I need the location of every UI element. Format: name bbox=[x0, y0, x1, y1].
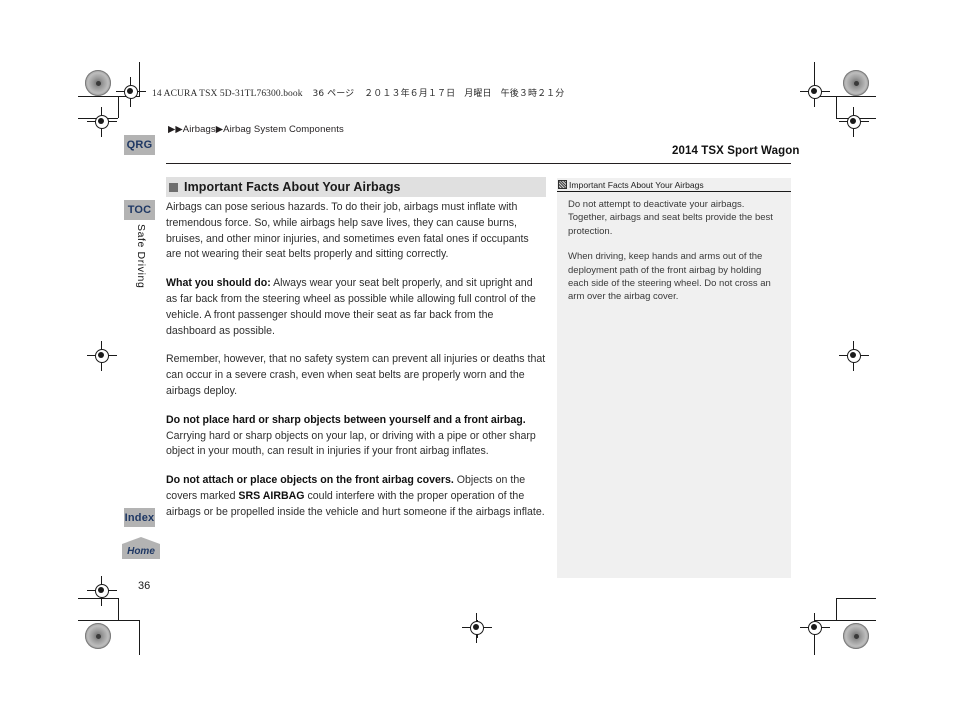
square-bullet-icon bbox=[169, 182, 178, 192]
info-panel-paragraph: When driving, keep hands and arms out of… bbox=[568, 251, 771, 303]
paragraph-lead: Do not attach or place objects on the fr… bbox=[166, 474, 454, 487]
paragraph-text: Carrying hard or sharp objects on your l… bbox=[166, 429, 536, 458]
sidebar-item-qrg-label: QRG bbox=[126, 139, 153, 151]
model-title: 2014 TSX Sport Wagon bbox=[672, 145, 800, 157]
info-panel-header: Important Facts About Your Airbags bbox=[557, 178, 791, 192]
crop-mark-line bbox=[836, 598, 876, 599]
registration-dot bbox=[843, 623, 869, 649]
registration-target bbox=[839, 341, 869, 371]
paragraph: Remember, however, that no safety system… bbox=[166, 352, 546, 399]
registration-dot bbox=[85, 70, 111, 96]
registration-target bbox=[800, 77, 830, 107]
section-vertical-label: Safe Driving bbox=[135, 224, 147, 289]
page-title: Important Facts About Your Airbags bbox=[166, 177, 546, 197]
info-panel-paragraph: Do not attempt to deactivate your airbag… bbox=[568, 199, 773, 237]
paragraph-text: Remember, however, that no safety system… bbox=[166, 353, 546, 397]
info-panel-body: Do not attempt to deactivate your airbag… bbox=[557, 192, 791, 304]
registration-target bbox=[87, 576, 117, 606]
registration-target bbox=[839, 107, 869, 137]
paragraph: Do not attach or place objects on the fr… bbox=[166, 473, 546, 520]
paragraph-lead: Do not place hard or sharp objects betwe… bbox=[166, 413, 526, 426]
print-date: ２０１３年６月１７日 月曜日 午後３時２１分 bbox=[364, 89, 565, 99]
home-button-label: Home bbox=[127, 546, 155, 557]
paragraph: Do not place hard or sharp objects betwe… bbox=[166, 413, 546, 460]
registration-dot bbox=[85, 623, 111, 649]
header-divider bbox=[166, 163, 791, 164]
info-panel: Important Facts About Your Airbags Do no… bbox=[557, 178, 791, 578]
breadcrumb[interactable]: ▶▶Airbags▶Airbag System Components bbox=[168, 124, 344, 135]
print-file-info: 14 ACURA TSX 5D-31TL76300.book 36 ページ ２０… bbox=[152, 86, 564, 99]
registration-target bbox=[462, 613, 492, 643]
crop-mark-line bbox=[118, 598, 119, 620]
book-reference-icon bbox=[558, 180, 567, 189]
crop-mark-line bbox=[836, 598, 837, 620]
info-panel-title: Important Facts About Your Airbags bbox=[569, 179, 704, 190]
paragraph: What you should do: Always wear your sea… bbox=[166, 276, 546, 339]
sidebar-item-qrg[interactable]: QRG bbox=[124, 135, 155, 155]
sidebar-item-toc[interactable]: TOC bbox=[124, 200, 155, 220]
print-file-name: 14 ACURA TSX 5D-31TL76300.book bbox=[152, 89, 303, 99]
main-content: Airbags can pose serious hazards. To do … bbox=[166, 200, 546, 534]
paragraph-lead: What you should do: bbox=[166, 277, 271, 290]
registration-target bbox=[87, 107, 117, 137]
sidebar-item-index-label: Index bbox=[124, 511, 155, 524]
crop-mark-line bbox=[78, 620, 140, 621]
crop-mark-line bbox=[118, 96, 119, 118]
sidebar-item-index[interactable]: Index bbox=[124, 508, 155, 527]
sidebar-item-toc-label: TOC bbox=[127, 204, 152, 216]
registration-dot bbox=[843, 70, 869, 96]
crop-mark-line bbox=[139, 620, 140, 655]
registration-target bbox=[87, 341, 117, 371]
page-number: 36 bbox=[138, 580, 151, 592]
page-title-text: Important Facts About Your Airbags bbox=[184, 180, 401, 194]
paragraph-text: Airbags can pose serious hazards. To do … bbox=[166, 201, 529, 261]
print-page-marker: 36 ページ bbox=[312, 89, 355, 99]
paragraph-inline-bold: SRS AIRBAG bbox=[238, 489, 305, 502]
registration-target bbox=[116, 77, 146, 107]
registration-target bbox=[800, 613, 830, 643]
paragraph: Airbags can pose serious hazards. To do … bbox=[166, 200, 546, 263]
home-button[interactable]: Home bbox=[122, 537, 160, 559]
crop-mark-line bbox=[836, 96, 837, 118]
